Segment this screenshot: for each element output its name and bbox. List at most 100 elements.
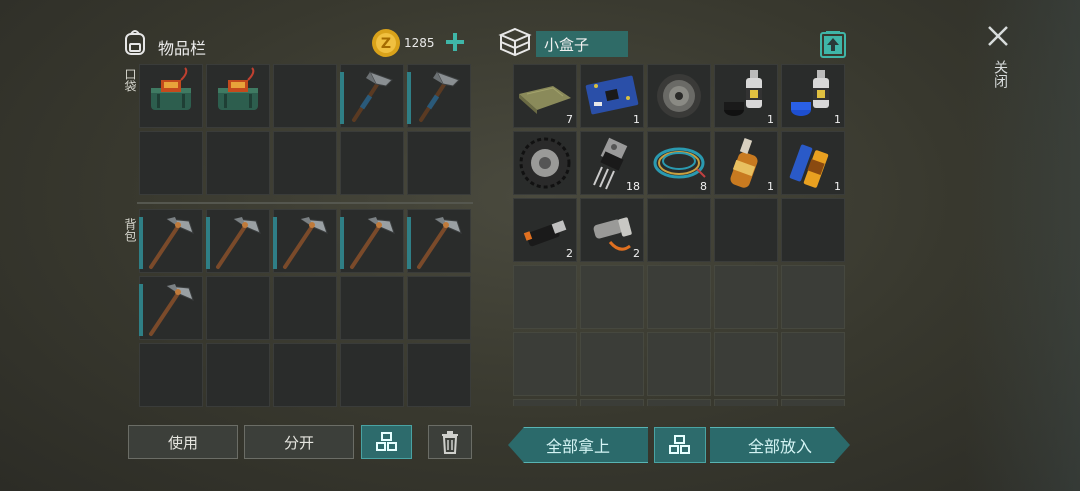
container-slot[interactable]: 2 [580, 198, 644, 262]
tire-icon [519, 137, 571, 189]
container-slot[interactable] [781, 332, 845, 396]
right-panel-shade [965, 0, 1080, 491]
pickaxe-icon [216, 217, 261, 269]
container-slot[interactable] [513, 265, 577, 329]
container-slot[interactable] [513, 131, 577, 195]
upload-button[interactable] [820, 30, 846, 58]
split-button[interactable]: 分开 [244, 425, 354, 459]
item-count: 8 [700, 180, 707, 193]
grid-sort-icon [669, 435, 690, 454]
coin-count: 1285 [404, 36, 435, 50]
container-slot[interactable] [647, 64, 711, 128]
container-slot[interactable] [513, 399, 577, 406]
container-slot[interactable]: 1 [781, 64, 845, 128]
backpack-slot[interactable] [407, 343, 471, 407]
use-button[interactable]: 使用 [128, 425, 238, 459]
item-count: 1 [834, 180, 841, 193]
pocket-slot[interactable] [407, 131, 471, 195]
put-all-button[interactable]: 全部放入 [710, 427, 850, 463]
close-button[interactable]: 关闭 [984, 22, 1014, 102]
trash-button[interactable] [428, 425, 472, 459]
add-coins-button[interactable] [444, 31, 466, 53]
backpack-slot[interactable] [273, 209, 337, 273]
container-slot[interactable] [647, 332, 711, 396]
container-grid: 7 1 1 1 18 8 1 1 2 2 [513, 64, 845, 406]
disc-icon [657, 74, 701, 118]
item-count: 2 [633, 247, 640, 260]
backpack-slot[interactable] [407, 276, 471, 340]
container-name-field[interactable]: 小盒子 [536, 31, 628, 57]
pocket-slot[interactable] [206, 131, 270, 195]
item-count: 1 [767, 180, 774, 193]
backpack-slot[interactable] [340, 209, 404, 273]
container-slot[interactable] [714, 332, 778, 396]
pocket-slot[interactable] [407, 64, 471, 128]
container-slot[interactable]: 18 [580, 131, 644, 195]
backpack-slot[interactable] [273, 276, 337, 340]
item-count: 1 [767, 113, 774, 126]
close-icon [988, 26, 1008, 46]
container-slot[interactable]: 1 [580, 64, 644, 128]
pocket-slot[interactable] [273, 64, 337, 128]
take-all-label: 全部拿上 [545, 437, 610, 456]
pocket-slot[interactable] [139, 64, 203, 128]
container-slot[interactable]: 8 [647, 131, 711, 195]
sort-container-button[interactable] [654, 427, 706, 463]
backpack-slot[interactable] [340, 343, 404, 407]
container-name: 小盒子 [544, 35, 590, 54]
container-slot[interactable] [714, 198, 778, 262]
bomb-icon [151, 67, 191, 110]
pocket-slot[interactable] [206, 64, 270, 128]
container-slot[interactable] [781, 198, 845, 262]
pocket-slot[interactable] [139, 131, 203, 195]
svg-text:Z: Z [381, 36, 391, 52]
item-count: 1 [633, 113, 640, 126]
hatchet-icon [419, 71, 460, 122]
plus-icon [446, 33, 464, 51]
pickaxe-icon [283, 217, 328, 269]
put-all-label: 全部放入 [747, 437, 812, 456]
container-slot[interactable] [714, 265, 778, 329]
container-slot[interactable] [647, 399, 711, 406]
pocket-slot[interactable] [340, 131, 404, 195]
container-slot[interactable]: 1 [714, 131, 778, 195]
container-slot[interactable] [580, 265, 644, 329]
container-slot[interactable]: 2 [513, 198, 577, 262]
pickaxe-icon [149, 217, 194, 269]
inventory-title: 物品栏 [158, 39, 207, 58]
close-label: 关闭 [992, 60, 1008, 88]
backpack-slot[interactable] [407, 209, 471, 273]
grid-sort-icon [375, 432, 397, 451]
container-slot[interactable] [647, 198, 711, 262]
item-count: 2 [566, 247, 573, 260]
pocket-slot[interactable] [273, 131, 337, 195]
backpack-slot[interactable] [206, 276, 270, 340]
pickaxe-icon [417, 217, 462, 269]
pocket-grid [139, 64, 471, 195]
container-slot[interactable] [781, 265, 845, 329]
backpack-slot[interactable] [206, 209, 270, 273]
backpack-slot[interactable] [340, 276, 404, 340]
backpack-grid [139, 209, 471, 407]
pocket-label: 口袋 [123, 68, 137, 92]
container-slot[interactable]: 7 [513, 64, 577, 128]
container-slot[interactable] [580, 332, 644, 396]
item-count: 7 [566, 113, 573, 126]
trash-icon [442, 431, 458, 454]
item-count: 18 [626, 180, 640, 193]
backpack-slot[interactable] [273, 343, 337, 407]
backpack-slot[interactable] [139, 276, 203, 340]
container-slot[interactable] [580, 399, 644, 406]
backpack-slot[interactable] [139, 343, 203, 407]
take-all-button[interactable]: 全部拿上 [508, 427, 648, 463]
pocket-slot[interactable] [340, 64, 404, 128]
backpack-slot[interactable] [139, 209, 203, 273]
sort-inventory-button[interactable] [361, 425, 412, 459]
container-slot[interactable]: 1 [781, 131, 845, 195]
container-slot[interactable] [714, 399, 778, 406]
container-slot[interactable] [647, 265, 711, 329]
container-slot[interactable]: 1 [714, 64, 778, 128]
container-slot[interactable] [781, 399, 845, 406]
container-slot[interactable] [513, 332, 577, 396]
backpack-slot[interactable] [206, 343, 270, 407]
